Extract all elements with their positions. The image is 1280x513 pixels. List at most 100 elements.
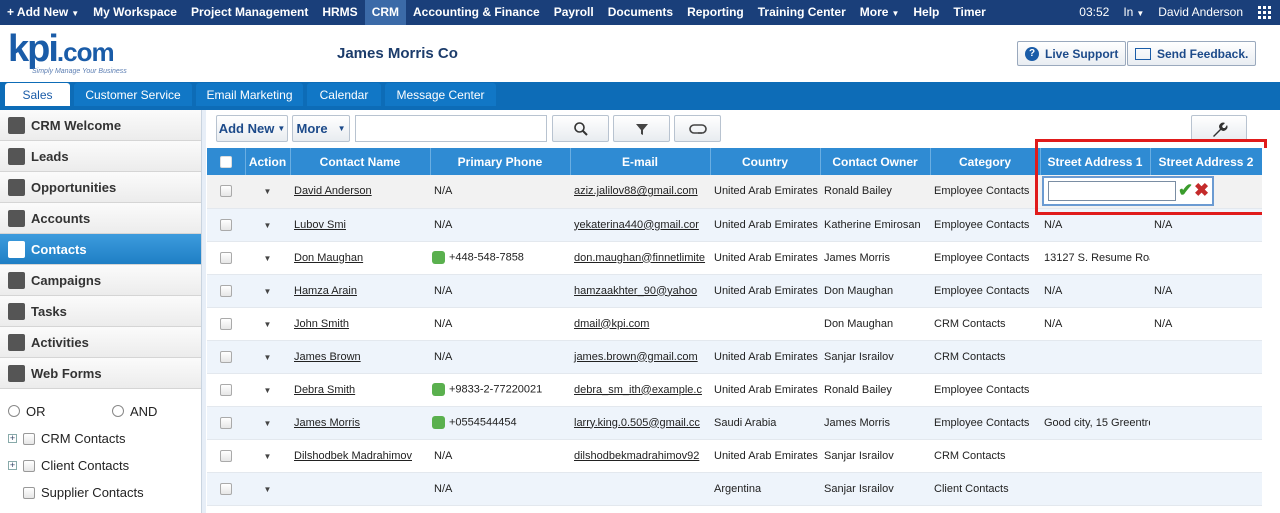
sidebar-item-activities[interactable]: Activities [0, 327, 201, 358]
col-primary-phone[interactable]: Primary Phone [430, 148, 571, 175]
sidebar-item-crm-welcome[interactable]: CRM Welcome [0, 110, 201, 141]
contact-name-cell[interactable]: Lubov Smi [290, 208, 430, 242]
checkbox[interactable] [23, 459, 35, 472]
row-checkbox[interactable] [207, 175, 245, 209]
expand-icon[interactable]: + [8, 434, 17, 443]
email-link[interactable]: dilshodbekmadrahimov92 [574, 450, 699, 462]
nav-hrms[interactable]: HRMS [315, 0, 364, 25]
add-new-button[interactable]: Add New ▼ [216, 115, 288, 142]
refresh-button[interactable] [674, 115, 721, 142]
email-link[interactable]: yekaterina440@gmail.cor [574, 219, 699, 231]
send-feedback-button[interactable]: Send Feedback. [1127, 41, 1257, 66]
checkbox[interactable] [23, 486, 35, 499]
contact-name-link[interactable]: David Anderson [294, 185, 372, 197]
table-row[interactable]: ▼ N/A Argentina Sanjar Israilov Client Conta… [207, 472, 1262, 506]
tab-email-marketing[interactable]: Email Marketing [196, 83, 303, 108]
sidebar-item-tasks[interactable]: Tasks [0, 296, 201, 327]
live-support-button[interactable]: ? Live Support [1017, 41, 1127, 66]
select-all-checkbox[interactable] [207, 148, 246, 175]
col-contact-name[interactable]: Contact Name [290, 148, 431, 175]
more-button[interactable]: More ▼ [292, 115, 350, 142]
search-input[interactable] [355, 115, 547, 142]
table-row[interactable]: ▼ James Morris +0554544454 larry.king.0.505… [207, 406, 1262, 440]
sidebar-item-accounts[interactable]: Accounts [0, 203, 201, 234]
expand-icon[interactable]: + [8, 461, 17, 470]
street-address-2-cell[interactable] [1150, 472, 1262, 506]
street-address-1-cell[interactable] [1040, 373, 1150, 407]
nav-reporting[interactable]: Reporting [680, 0, 751, 25]
street-address-2-cell[interactable] [1150, 439, 1262, 473]
nav-payroll[interactable]: Payroll [547, 0, 601, 25]
contact-name-cell[interactable]: David Anderson [290, 175, 430, 209]
email-cell[interactable]: larry.king.0.505@gmail.cc [570, 406, 710, 440]
nav-training-center[interactable]: Training Center [751, 0, 853, 25]
contact-name-link[interactable]: John Smith [294, 318, 349, 330]
phone-icon[interactable] [432, 383, 445, 396]
nav-timer[interactable]: Timer [946, 0, 992, 25]
street-address-1-cell[interactable] [1040, 439, 1150, 473]
email-link[interactable]: debra_sm_ith@example.c [574, 384, 702, 396]
contact-name-cell[interactable]: Debra Smith [290, 373, 430, 407]
email-cell[interactable]: hamzaakhter_90@yahoo [570, 274, 710, 308]
street-address-1-cell[interactable] [1040, 472, 1150, 506]
contact-name-link[interactable]: Dilshodbek Madrahimov [294, 450, 412, 462]
row-checkbox[interactable] [207, 307, 245, 341]
row-checkbox[interactable] [207, 406, 245, 440]
contact-name-link[interactable]: James Brown [294, 351, 361, 363]
col-contact-owner[interactable]: Contact Owner [820, 148, 931, 175]
street-address-2-cell[interactable]: N/A [1150, 307, 1262, 341]
street-address-1-cell[interactable]: N/A [1040, 307, 1150, 341]
contact-name-link[interactable]: Hamza Arain [294, 285, 357, 297]
street-address-2-cell[interactable] [1150, 373, 1262, 407]
phone-icon[interactable] [432, 251, 445, 264]
email-link[interactable]: larry.king.0.505@gmail.cc [574, 417, 700, 429]
contact-name-link[interactable]: Debra Smith [294, 384, 355, 396]
row-action-dropdown[interactable]: ▼ [245, 472, 290, 506]
nav-add-new[interactable]: + Add New ▼ [0, 0, 86, 25]
street-address-2-cell[interactable] [1150, 241, 1262, 275]
row-action-dropdown[interactable]: ▼ [245, 274, 290, 308]
sidebar-item-campaigns[interactable]: Campaigns [0, 265, 201, 296]
table-row[interactable]: ▼ James Brown N/A james.brown@gmail.com Unit… [207, 340, 1262, 374]
table-row[interactable]: ▼ John Smith N/A dmail@kpi.com Don Maughan CR… [207, 307, 1262, 341]
contact-name-cell[interactable]: James Morris [290, 406, 430, 440]
street-address-2-cell[interactable] [1150, 406, 1262, 440]
street-address-1-cell[interactable] [1040, 340, 1150, 374]
phone-icon[interactable] [432, 416, 445, 429]
row-checkbox[interactable] [207, 340, 245, 374]
nav-more[interactable]: More ▼ [853, 0, 907, 25]
sidebar-item-opportunities[interactable]: Opportunities [0, 172, 201, 203]
nav-accounting-finance[interactable]: Accounting & Finance [406, 0, 547, 25]
tab-calendar[interactable]: Calendar [307, 83, 381, 108]
row-action-dropdown[interactable]: ▼ [245, 373, 290, 407]
row-action-dropdown[interactable]: ▼ [245, 439, 290, 473]
group-client-contacts[interactable]: + Client Contacts [0, 452, 201, 479]
status-dropdown[interactable]: In ▼ [1116, 0, 1151, 25]
group-crm-contacts[interactable]: + CRM Contacts [0, 425, 201, 452]
group-supplier-contacts[interactable]: Supplier Contacts [0, 479, 201, 506]
table-row[interactable]: ▼ Don Maughan +448-548-7858 don.maughan@fin… [207, 241, 1262, 275]
nav-documents[interactable]: Documents [601, 0, 680, 25]
email-cell[interactable]: dilshodbekmadrahimov92 [570, 439, 710, 473]
radio-or[interactable] [8, 405, 20, 417]
nav-my-workspace[interactable]: My Workspace [86, 0, 184, 25]
tab-sales[interactable]: Sales [5, 83, 70, 108]
contact-name-cell[interactable]: James Brown [290, 340, 430, 374]
street-address-1-cell[interactable]: Good city, 15 Greentre [1040, 406, 1150, 440]
row-checkbox[interactable] [207, 241, 245, 275]
col-action[interactable]: Action [245, 148, 291, 175]
email-cell[interactable]: yekaterina440@gmail.cor [570, 208, 710, 242]
user-name[interactable]: David Anderson [1151, 0, 1250, 25]
email-link[interactable]: james.brown@gmail.com [574, 351, 698, 363]
row-action-dropdown[interactable]: ▼ [245, 406, 290, 440]
checkbox[interactable] [23, 432, 35, 445]
row-checkbox[interactable] [207, 274, 245, 308]
contact-name-link[interactable]: James Morris [294, 417, 360, 429]
street-address-2-cell[interactable]: N/A [1150, 274, 1262, 308]
row-checkbox[interactable] [207, 208, 245, 242]
table-row[interactable]: ▼ Hamza Arain N/A hamzaakhter_90@yahoo Unite… [207, 274, 1262, 308]
sidebar-item-web-forms[interactable]: Web Forms [0, 358, 201, 389]
email-cell[interactable]: dmail@kpi.com [570, 307, 710, 341]
contact-name-cell[interactable] [290, 472, 430, 506]
sidebar-item-leads[interactable]: Leads [0, 141, 201, 172]
